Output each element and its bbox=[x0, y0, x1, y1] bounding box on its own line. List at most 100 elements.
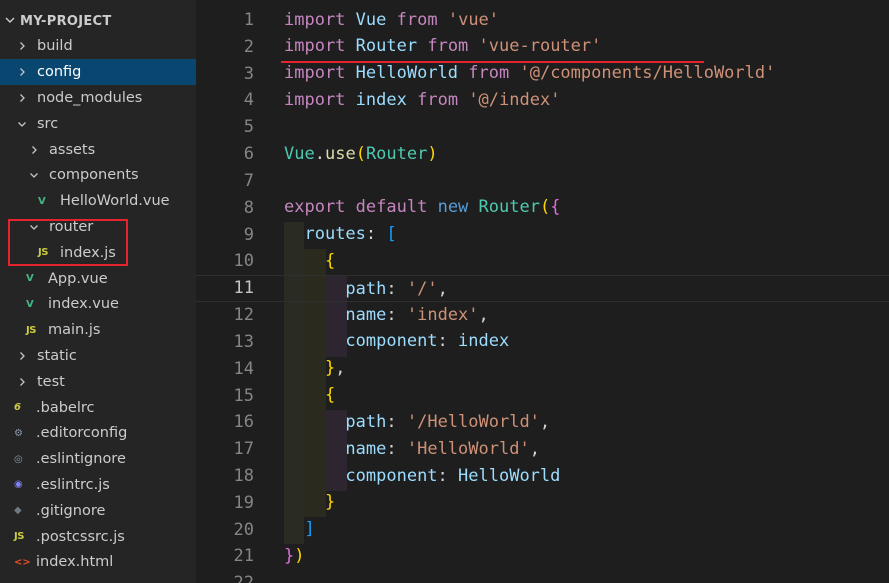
code-token: ( bbox=[539, 197, 551, 218]
code-line[interactable]: 15 { bbox=[196, 382, 889, 409]
code-line[interactable]: 17 name: 'HelloWorld', bbox=[196, 436, 889, 463]
tree-item-router[interactable]: router bbox=[0, 214, 196, 240]
tree-item-main-js[interactable]: JS main.js bbox=[0, 317, 196, 343]
chevron-right-icon bbox=[14, 93, 30, 103]
tree-item-index-vue[interactable]: Vindex.vue bbox=[0, 292, 196, 318]
code-line[interactable]: 8 export default new Router({ bbox=[196, 194, 889, 221]
code-line[interactable]: 10 { bbox=[196, 248, 889, 275]
code-text: export default new Router({ bbox=[284, 194, 560, 221]
code-token: index bbox=[458, 331, 510, 352]
tree-item-src[interactable]: src bbox=[0, 111, 196, 137]
tree-item-helloworld-vue[interactable]: V HelloWorld.vue bbox=[0, 188, 196, 214]
code-line[interactable]: 5 bbox=[196, 114, 889, 141]
line-number: 18 bbox=[233, 466, 254, 486]
tree-item-assets[interactable]: assets bbox=[0, 137, 196, 163]
code-token: name bbox=[345, 438, 387, 459]
code-token: default bbox=[355, 197, 428, 218]
code-token: export bbox=[284, 197, 346, 218]
line-number: 19 bbox=[233, 492, 254, 513]
code-token: '@/index' bbox=[468, 89, 561, 110]
tree-item-eslintignore[interactable]: ◎ .eslintignore bbox=[0, 446, 196, 472]
tree-item-label: router bbox=[49, 218, 94, 235]
tree-item-config[interactable]: config bbox=[0, 59, 196, 86]
tree-item-node-modules[interactable]: node_modules bbox=[0, 85, 196, 111]
code-token: HelloWorld bbox=[458, 465, 561, 486]
vue-file-icon: V bbox=[38, 195, 46, 207]
tree-item-components[interactable]: components bbox=[0, 163, 196, 189]
code-line[interactable]: 9 routes: [ bbox=[196, 221, 889, 248]
tree-item-index-html[interactable]: <> index.html bbox=[0, 550, 196, 576]
tree-item-app-vue[interactable]: V App.vue bbox=[0, 266, 196, 292]
project-header[interactable]: MY-PROJECT bbox=[0, 10, 196, 32]
chevron-right-icon bbox=[26, 145, 42, 155]
code-line[interactable]: 14 }, bbox=[196, 355, 889, 382]
code-text: }, bbox=[284, 355, 346, 382]
code-token: Router bbox=[365, 143, 428, 164]
code-text: } bbox=[284, 489, 335, 516]
code-token: '/HelloWorld' bbox=[406, 411, 540, 432]
tree-item-index-js[interactable]: JS index.js bbox=[0, 240, 196, 266]
code-text: }) bbox=[284, 543, 305, 570]
tree-item-static[interactable]: static bbox=[0, 343, 196, 369]
code-line[interactable]: 19 } bbox=[196, 489, 889, 516]
code-token: 'vue' bbox=[447, 9, 500, 30]
code-token: . bbox=[314, 143, 325, 164]
tree-item-babelrc[interactable]: 6 .babelrc bbox=[0, 395, 196, 421]
vue-file-icon: V bbox=[26, 273, 34, 285]
code-line[interactable]: 4 import index from '@/index' bbox=[196, 87, 889, 114]
tree-item-editorconfig[interactable]: ⚙ .editorconfig bbox=[0, 421, 196, 447]
code-token: 'index' bbox=[406, 304, 479, 325]
chevron-right-icon bbox=[14, 377, 30, 387]
code-line[interactable]: 3 import HelloWorld from '@/components/He… bbox=[196, 60, 889, 87]
explorer-sidebar: MY-PROJECT build config node_modules src ass… bbox=[0, 0, 196, 583]
code-line[interactable]: 7 bbox=[196, 167, 889, 194]
code-text: component: HelloWorld bbox=[284, 463, 560, 490]
js-file-icon: JS bbox=[26, 324, 36, 336]
code-token: [ bbox=[386, 224, 397, 245]
code-line[interactable]: 2 import Router from 'vue-router' bbox=[196, 33, 889, 60]
code-line[interactable]: 13 component: index bbox=[196, 328, 889, 355]
code-text: import HelloWorld from '@/components/Hel… bbox=[284, 60, 775, 87]
tree-item-eslintrc-js[interactable]: ◉ .eslintrc.js bbox=[0, 472, 196, 498]
code-line[interactable]: 16 path: '/HelloWorld', bbox=[196, 409, 889, 436]
tree-item-gitignore[interactable]: ◆ .gitignore bbox=[0, 498, 196, 524]
tree-item-label: main.js bbox=[48, 322, 101, 339]
code-line[interactable]: 18 component: HelloWorld bbox=[196, 463, 889, 490]
chevron-right-icon bbox=[14, 41, 30, 51]
line-number: 20 bbox=[233, 519, 254, 540]
code-token: component bbox=[345, 465, 438, 486]
chevron-right-icon bbox=[14, 67, 30, 77]
code-line[interactable]: 21}) bbox=[196, 543, 889, 570]
code-token: : bbox=[437, 465, 459, 486]
code-line[interactable]: 6 Vue.use(Router) bbox=[196, 141, 889, 168]
code-token: from bbox=[427, 36, 469, 57]
line-number: 4 bbox=[243, 90, 254, 111]
code-token: } bbox=[324, 492, 336, 513]
code-line[interactable]: 22 bbox=[196, 570, 889, 583]
tree-item-test[interactable]: test bbox=[0, 369, 196, 395]
code-line[interactable]: 11 path: '/', bbox=[196, 274, 889, 303]
tree-item-label: config bbox=[37, 64, 82, 81]
tree-item-build[interactable]: build bbox=[0, 34, 196, 60]
tree-item-label: .editorconfig bbox=[36, 425, 128, 442]
code-editor[interactable]: 1 import Vue from 'vue' 2 import Router fro… bbox=[196, 0, 889, 583]
code-line[interactable]: 20 ] bbox=[196, 516, 889, 543]
tree-item-postcssrc-js[interactable]: JS .postcssrc.js bbox=[0, 524, 196, 550]
code-line[interactable]: 12 name: 'index', bbox=[196, 302, 889, 329]
code-token: routes bbox=[304, 224, 366, 245]
code-text: path: '/', bbox=[284, 276, 447, 303]
chevron-right-icon bbox=[14, 351, 30, 361]
code-line[interactable]: 1 import Vue from 'vue' bbox=[196, 7, 889, 34]
code-token: , bbox=[539, 411, 551, 432]
code-text: path: '/HelloWorld', bbox=[284, 409, 550, 436]
line-number: 11 bbox=[233, 278, 254, 299]
